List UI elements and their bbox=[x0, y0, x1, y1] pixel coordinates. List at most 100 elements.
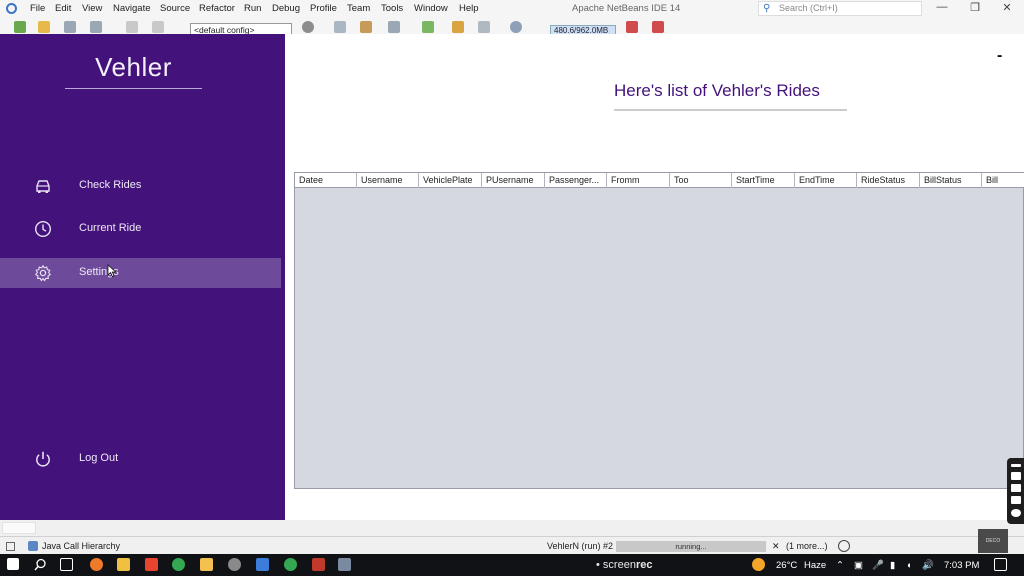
recorder-menu-icon[interactable] bbox=[1011, 464, 1021, 467]
brand-underline bbox=[65, 88, 202, 89]
nav-settings[interactable]: Settings bbox=[0, 258, 281, 288]
undo-icon[interactable] bbox=[126, 21, 138, 33]
column-header-fromm[interactable]: Fromm bbox=[607, 173, 670, 188]
recorder-video-icon[interactable] bbox=[1011, 484, 1021, 492]
profile-icon[interactable] bbox=[478, 21, 490, 33]
open-project-icon[interactable] bbox=[64, 21, 76, 33]
recorder-settings-icon[interactable] bbox=[1011, 509, 1021, 517]
recorder-thumbnail[interactable]: DECO bbox=[978, 529, 1008, 553]
search-icon[interactable] bbox=[34, 558, 47, 571]
recorder-screenshot-icon[interactable] bbox=[1011, 496, 1021, 504]
firefox-icon[interactable] bbox=[90, 558, 103, 571]
hammer-icon[interactable] bbox=[334, 21, 346, 33]
java-app-icon[interactable] bbox=[338, 558, 351, 571]
apply-code-icon[interactable] bbox=[510, 21, 522, 33]
menu-help[interactable]: Help bbox=[459, 3, 479, 14]
column-header-datee[interactable]: Datee bbox=[295, 173, 357, 188]
task-view-icon[interactable] bbox=[60, 558, 73, 571]
menu-profile[interactable]: Profile bbox=[310, 3, 337, 14]
window-minimize-button[interactable]: — bbox=[928, 1, 956, 16]
nav-label-log-out: Log Out bbox=[79, 452, 119, 464]
more-tasks-link[interactable]: (1 more...) bbox=[786, 541, 828, 551]
menu-view[interactable]: View bbox=[82, 3, 102, 14]
table-header: Datee Username VehiclePlate PUsername Pa… bbox=[295, 173, 1024, 188]
volume-icon[interactable]: 🔊 bbox=[922, 560, 934, 571]
broom-icon[interactable] bbox=[388, 21, 400, 33]
chevron-up-icon[interactable]: ⌃ bbox=[836, 560, 844, 571]
output-tab-stub[interactable] bbox=[2, 522, 36, 534]
column-header-too[interactable]: Too bbox=[670, 173, 732, 188]
title-underline bbox=[614, 109, 847, 111]
wifi-icon[interactable]: ◖ bbox=[906, 560, 912, 571]
snapshot-icon[interactable] bbox=[652, 21, 664, 33]
new-file-icon[interactable] bbox=[38, 21, 50, 33]
menu-source[interactable]: Source bbox=[160, 3, 190, 14]
menu-team[interactable]: Team bbox=[347, 3, 370, 14]
column-header-starttime[interactable]: StartTime bbox=[732, 173, 795, 188]
file-explorer-icon[interactable] bbox=[200, 558, 213, 571]
config-select[interactable]: <default config> bbox=[190, 23, 292, 34]
java-call-hierarchy-tab[interactable]: Java Call Hierarchy bbox=[42, 541, 120, 551]
screen-recorder-icon[interactable] bbox=[312, 558, 325, 571]
column-header-billstatus[interactable]: BillStatus bbox=[920, 173, 982, 188]
debug-icon[interactable] bbox=[452, 21, 464, 33]
menu-edit[interactable]: Edit bbox=[55, 3, 71, 14]
ide-statusbar: Java Call Hierarchy VehlerN (run) #2 run… bbox=[0, 536, 1024, 554]
ide-search-input[interactable]: ⚲ Search (Ctrl+I) bbox=[758, 1, 922, 16]
menu-tools[interactable]: Tools bbox=[381, 3, 403, 14]
cancel-task-button[interactable]: ✕ bbox=[772, 541, 780, 552]
chrome-icon[interactable] bbox=[172, 558, 185, 571]
microphone-icon[interactable]: 🎤 bbox=[872, 560, 884, 571]
new-project-icon[interactable] bbox=[14, 21, 26, 33]
menu-navigate[interactable]: Navigate bbox=[113, 3, 151, 14]
notifications-icon[interactable] bbox=[838, 540, 850, 552]
save-all-icon[interactable] bbox=[90, 21, 102, 33]
app-minimize-button[interactable]: - bbox=[997, 47, 1002, 65]
battery-icon[interactable]: ▮ bbox=[890, 560, 895, 571]
column-header-vehicleplate[interactable]: VehiclePlate bbox=[419, 173, 482, 188]
globe-icon[interactable] bbox=[302, 21, 314, 33]
window-close-button[interactable]: ✕ bbox=[993, 1, 1021, 16]
menu-file[interactable]: File bbox=[30, 3, 45, 14]
restore-window-icon[interactable] bbox=[6, 542, 15, 551]
clean-build-icon[interactable] bbox=[360, 21, 372, 33]
menu-run[interactable]: Run bbox=[244, 3, 261, 14]
power-icon bbox=[36, 451, 50, 467]
settings-app-icon[interactable] bbox=[228, 558, 241, 571]
window-restore-button[interactable]: ❐ bbox=[961, 1, 989, 16]
media-icon[interactable] bbox=[145, 558, 158, 571]
run-icon[interactable] bbox=[422, 21, 434, 33]
column-header-endtime[interactable]: EndTime bbox=[795, 173, 857, 188]
nav-current-ride[interactable]: Current Ride bbox=[0, 214, 281, 244]
mouse-cursor-icon bbox=[107, 264, 117, 278]
column-header-ridestatus[interactable]: RideStatus bbox=[857, 173, 920, 188]
netbeans-taskbar-icon[interactable] bbox=[256, 558, 269, 571]
column-header-username[interactable]: Username bbox=[357, 173, 419, 188]
clock-time[interactable]: 7:03 PM bbox=[944, 560, 979, 571]
screenrec-prefix: screen bbox=[602, 559, 636, 571]
menu-debug[interactable]: Debug bbox=[272, 3, 300, 14]
nav-log-out[interactable]: Log Out bbox=[0, 444, 281, 474]
recorder-camera-icon[interactable] bbox=[1011, 472, 1021, 480]
notes-icon[interactable] bbox=[117, 558, 130, 571]
nav-check-rides[interactable]: Check Rides bbox=[0, 171, 281, 201]
menu-window[interactable]: Window bbox=[414, 3, 448, 14]
weather-icon[interactable] bbox=[752, 558, 765, 571]
column-header-pusername[interactable]: PUsername bbox=[482, 173, 545, 188]
windows-start-icon[interactable] bbox=[7, 558, 19, 570]
weather-temp[interactable]: 26°C bbox=[776, 560, 797, 571]
notification-center-icon[interactable] bbox=[994, 558, 1007, 571]
nav-label-check-rides: Check Rides bbox=[79, 179, 142, 191]
rides-table[interactable]: Datee Username VehiclePlate PUsername Pa… bbox=[294, 172, 1024, 489]
gc-icon[interactable] bbox=[626, 21, 638, 33]
device-icon[interactable]: ▣ bbox=[854, 560, 863, 571]
column-header-bill[interactable]: Bill bbox=[982, 173, 1024, 188]
screenrec-watermark: • screenrec bbox=[596, 559, 653, 571]
ide-window-title: Apache NetBeans IDE 14 bbox=[572, 3, 681, 14]
menu-refactor[interactable]: Refactor bbox=[199, 3, 235, 14]
memory-indicator[interactable]: 480.6/962.0MB bbox=[550, 25, 616, 34]
chrome-alt-icon[interactable] bbox=[284, 558, 297, 571]
redo-icon[interactable] bbox=[152, 21, 164, 33]
column-header-passenger[interactable]: Passenger... bbox=[545, 173, 607, 188]
weather-desc[interactable]: Haze bbox=[804, 560, 826, 571]
